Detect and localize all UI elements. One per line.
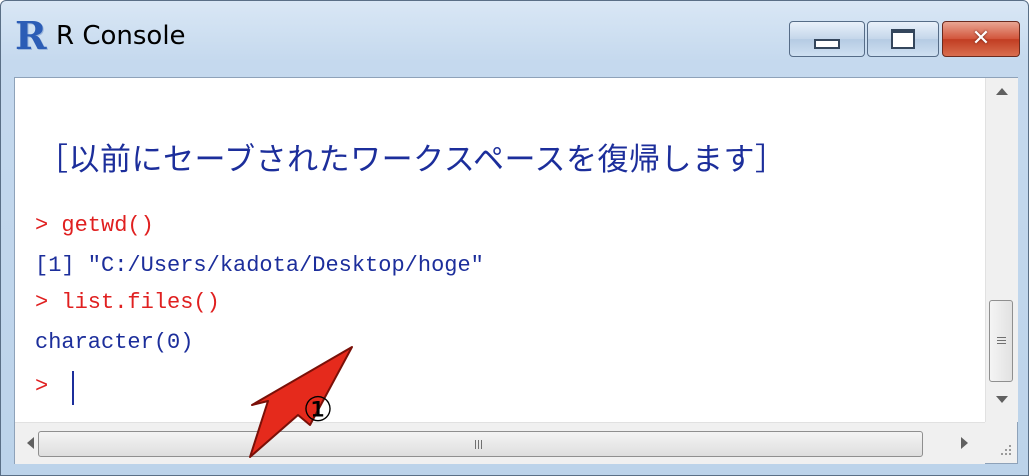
- close-icon: ✕: [971, 26, 991, 51]
- horizontal-scrollbar[interactable]: [15, 422, 985, 464]
- maximize-button[interactable]: [867, 21, 939, 57]
- console-line: [1] "C:/Users/kadota/Desktop/hoge": [35, 253, 484, 279]
- grip-icon: [475, 440, 476, 449]
- close-button[interactable]: ✕: [942, 21, 1020, 57]
- r-console-window: R R Console ✕ ［以前にセーブされたワークスペースを復帰します］ >…: [0, 0, 1029, 476]
- scroll-left-arrow-icon[interactable]: [27, 437, 34, 449]
- text-cursor: [72, 371, 74, 405]
- prompt: >: [35, 374, 62, 399]
- vertical-scroll-thumb[interactable]: [989, 300, 1013, 382]
- scroll-up-arrow-icon[interactable]: [996, 88, 1008, 95]
- scroll-down-arrow-icon[interactable]: [996, 396, 1008, 403]
- restore-workspace-message: ［以前にセーブされたワークスペースを復帰します］: [37, 142, 787, 178]
- console-client-area: ［以前にセーブされたワークスペースを復帰します］ > getwd() [1] "…: [14, 77, 1018, 464]
- prompt: >: [35, 213, 62, 238]
- console-input-line[interactable]: >: [35, 374, 61, 400]
- console-line: character(0): [35, 330, 193, 356]
- console-output[interactable]: ［以前にセーブされたワークスペースを復帰します］ > getwd() [1] "…: [15, 78, 985, 422]
- minimize-button[interactable]: [789, 21, 865, 57]
- output-text: [1] "C:/Users/kadota/Desktop/hoge": [35, 253, 484, 278]
- prompt: >: [35, 290, 62, 315]
- resize-grip-icon[interactable]: [985, 422, 1017, 463]
- window-title: R Console: [56, 21, 186, 51]
- command-text: list.files(): [61, 290, 220, 315]
- r-logo-icon: R: [15, 13, 47, 58]
- output-text: character(0): [35, 330, 194, 355]
- console-line: > getwd(): [35, 213, 154, 239]
- minimize-icon: [814, 39, 840, 49]
- maximize-icon: [891, 29, 915, 49]
- grip-icon: [997, 337, 1006, 338]
- command-text: getwd(): [61, 213, 154, 238]
- callout-number: ①: [302, 390, 334, 430]
- title-bar[interactable]: R R Console ✕: [1, 1, 1028, 77]
- console-line: > list.files(): [35, 290, 220, 316]
- scroll-right-arrow-icon[interactable]: [961, 437, 968, 449]
- vertical-scrollbar[interactable]: [985, 78, 1018, 422]
- horizontal-scroll-thumb[interactable]: [38, 431, 923, 457]
